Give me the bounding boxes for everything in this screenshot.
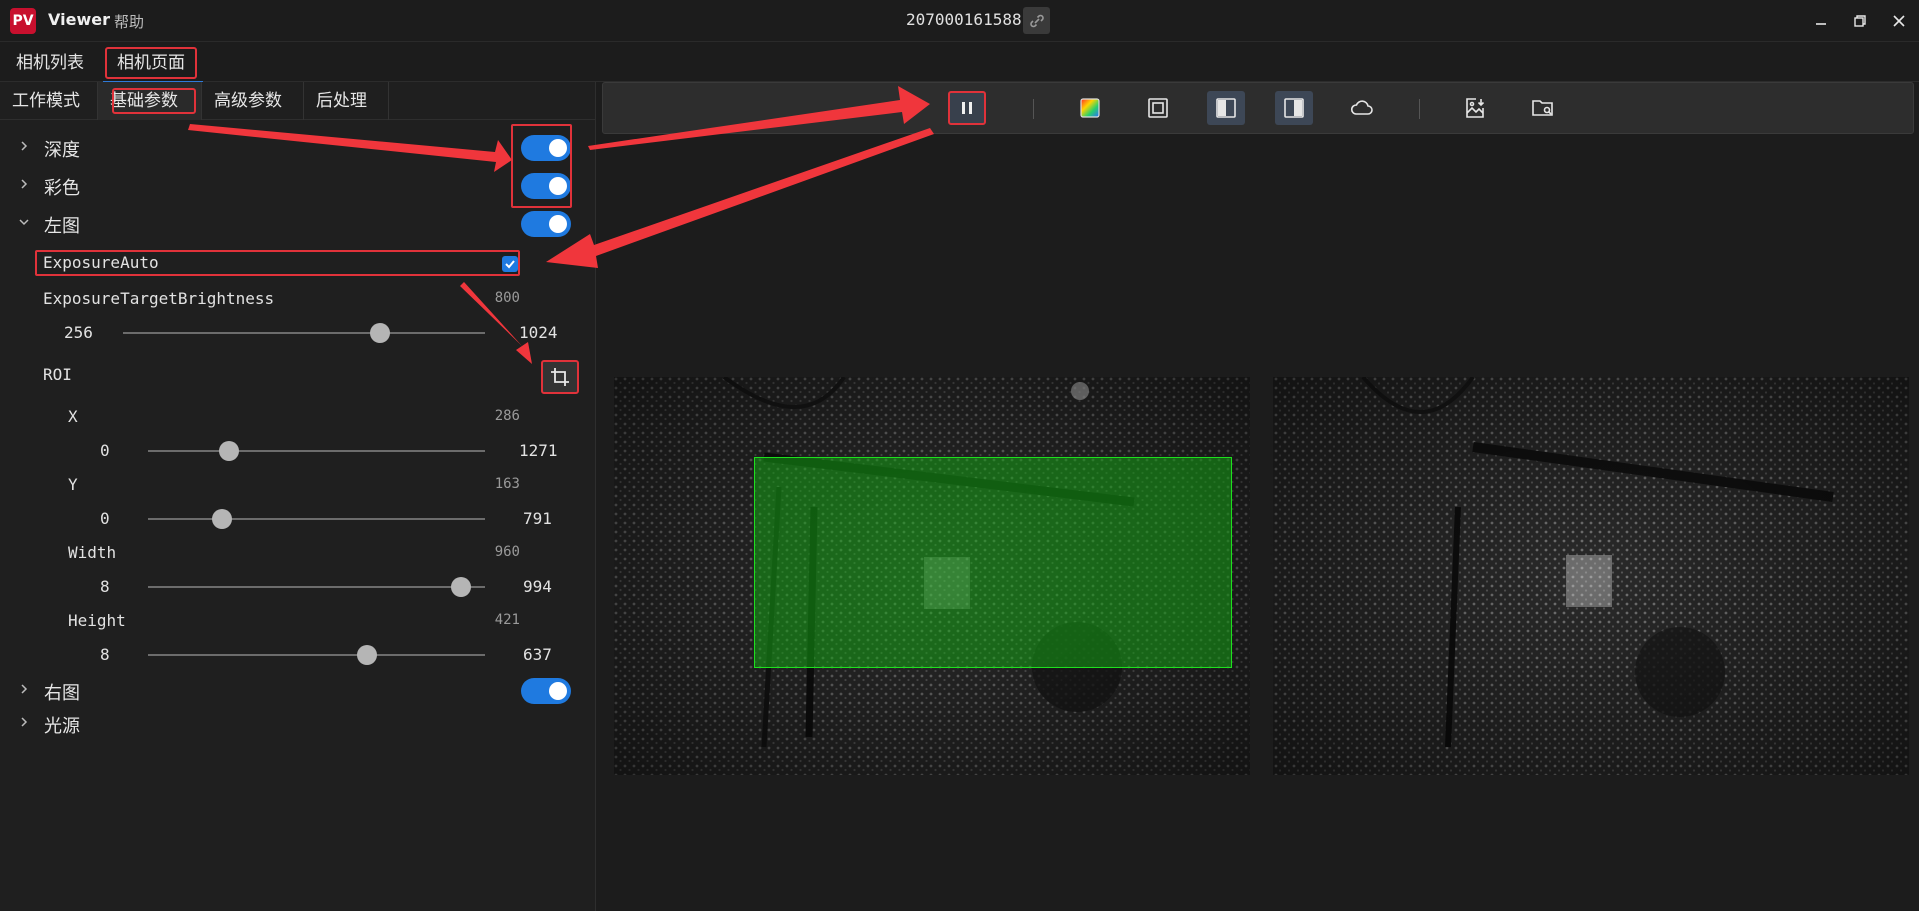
section-right-label: 右图 bbox=[44, 683, 80, 704]
target-brightness-label: ExposureTargetBrightness bbox=[43, 289, 275, 308]
section-left-label: 左图 bbox=[44, 216, 80, 237]
roi-width-slider-thumb[interactable] bbox=[451, 577, 472, 597]
tab-post-processing[interactable]: 后处理 bbox=[304, 82, 389, 120]
roi-x-slider[interactable] bbox=[148, 450, 485, 452]
roi-height-min: 8 bbox=[100, 645, 110, 664]
roi-x-value: 286 bbox=[494, 408, 520, 424]
chevron-right-icon bbox=[21, 684, 28, 694]
exposure-auto-checkbox[interactable] bbox=[502, 256, 518, 272]
settings-tabs: 工作模式 基础参数 高级参数 后处理 bbox=[0, 82, 596, 120]
toolbar-separator bbox=[1033, 99, 1034, 119]
color-map-icon[interactable] bbox=[1071, 91, 1109, 125]
exposure-auto-row: ExposureAuto bbox=[35, 250, 520, 276]
target-brightness-min: 256 bbox=[64, 323, 93, 342]
roi-height-label: Height bbox=[68, 611, 126, 630]
roi-x-min: 0 bbox=[100, 441, 110, 460]
chevron-down-icon bbox=[19, 219, 29, 226]
highlight-box bbox=[511, 124, 572, 208]
roi-height-slider[interactable] bbox=[148, 654, 485, 656]
target-brightness-slider-thumb[interactable] bbox=[370, 323, 391, 343]
roi-y-slider-thumb[interactable] bbox=[212, 509, 233, 529]
frame-icon[interactable] bbox=[1139, 91, 1177, 125]
pause-icon[interactable] bbox=[948, 91, 986, 125]
tab-camera-list[interactable]: 相机列表 bbox=[6, 47, 94, 79]
exposure-auto-label: ExposureAuto bbox=[43, 253, 159, 272]
target-brightness-max: 1024 bbox=[519, 323, 558, 342]
link-broken-icon[interactable] bbox=[1023, 7, 1050, 34]
roi-y-slider[interactable] bbox=[148, 518, 485, 520]
highlight-box bbox=[112, 88, 196, 114]
section-depth-label: 深度 bbox=[44, 140, 80, 161]
crop-icon[interactable] bbox=[541, 360, 579, 394]
viewer-toolbar bbox=[602, 82, 1914, 134]
roi-y-max: 791 bbox=[523, 509, 552, 528]
split-right-icon[interactable] bbox=[1275, 91, 1313, 125]
section-left-image[interactable]: 左图 bbox=[0, 207, 596, 241]
roi-x-max: 1271 bbox=[519, 441, 558, 460]
section-color[interactable]: 彩色 bbox=[0, 169, 596, 203]
tab-advanced-params[interactable]: 高级参数 bbox=[202, 82, 304, 120]
chevron-right-icon bbox=[21, 141, 28, 151]
restore-icon[interactable] bbox=[1846, 8, 1874, 34]
roi-overlay[interactable] bbox=[754, 457, 1232, 668]
section-depth[interactable]: 深度 bbox=[0, 131, 596, 165]
roi-width-label: Width bbox=[68, 543, 117, 562]
roi-height-slider-thumb[interactable] bbox=[357, 645, 378, 665]
cloud-icon[interactable] bbox=[1343, 91, 1381, 125]
help-menu[interactable]: 帮助 bbox=[114, 11, 144, 32]
minimize-icon[interactable] bbox=[1807, 8, 1835, 34]
toolbar-separator bbox=[1419, 99, 1420, 119]
chevron-right-icon bbox=[21, 717, 28, 727]
section-light-label: 光源 bbox=[44, 716, 80, 737]
left-image-toggle[interactable] bbox=[521, 211, 571, 237]
right-camera-image[interactable] bbox=[1273, 377, 1909, 775]
device-serial: 207000161588 bbox=[906, 10, 1022, 29]
settings-panel: 工作模式 基础参数 高级参数 后处理 深度 彩色 左图 ExposureAuto… bbox=[0, 82, 596, 911]
section-right-image[interactable]: 右图 bbox=[0, 674, 596, 708]
target-brightness-value: 800 bbox=[494, 290, 520, 306]
title-bar: PV Viewer 帮助 207000161588 bbox=[0, 0, 1919, 42]
roi-width-value: 960 bbox=[494, 544, 520, 560]
chevron-right-icon bbox=[21, 179, 28, 189]
save-image-icon[interactable] bbox=[1456, 91, 1494, 125]
app-logo: PV bbox=[10, 8, 36, 34]
open-folder-icon[interactable] bbox=[1524, 91, 1562, 125]
roi-height-max: 637 bbox=[523, 645, 552, 664]
roi-x-slider-thumb[interactable] bbox=[218, 441, 239, 461]
target-brightness-slider[interactable] bbox=[123, 332, 485, 334]
roi-y-label: Y bbox=[68, 475, 78, 494]
roi-width-max: 994 bbox=[523, 577, 552, 596]
roi-width-min: 8 bbox=[100, 577, 110, 596]
tab-work-mode[interactable]: 工作模式 bbox=[0, 82, 98, 120]
close-icon[interactable] bbox=[1885, 8, 1913, 34]
roi-label: ROI bbox=[43, 365, 72, 384]
main-tabs: 相机列表 相机页面 bbox=[0, 43, 1919, 83]
roi-width-slider[interactable] bbox=[148, 586, 485, 588]
roi-y-value: 163 bbox=[494, 476, 520, 492]
roi-x-label: X bbox=[68, 407, 78, 426]
left-camera-image[interactable] bbox=[614, 377, 1250, 775]
section-color-label: 彩色 bbox=[44, 178, 80, 199]
roi-height-value: 421 bbox=[494, 612, 520, 628]
section-light-source[interactable]: 光源 bbox=[0, 707, 596, 741]
app-title: Viewer bbox=[48, 10, 110, 29]
roi-y-min: 0 bbox=[100, 509, 110, 528]
tab-camera-page[interactable]: 相机页面 bbox=[105, 47, 197, 79]
split-left-icon[interactable] bbox=[1207, 91, 1245, 125]
right-image-toggle[interactable] bbox=[521, 678, 571, 704]
